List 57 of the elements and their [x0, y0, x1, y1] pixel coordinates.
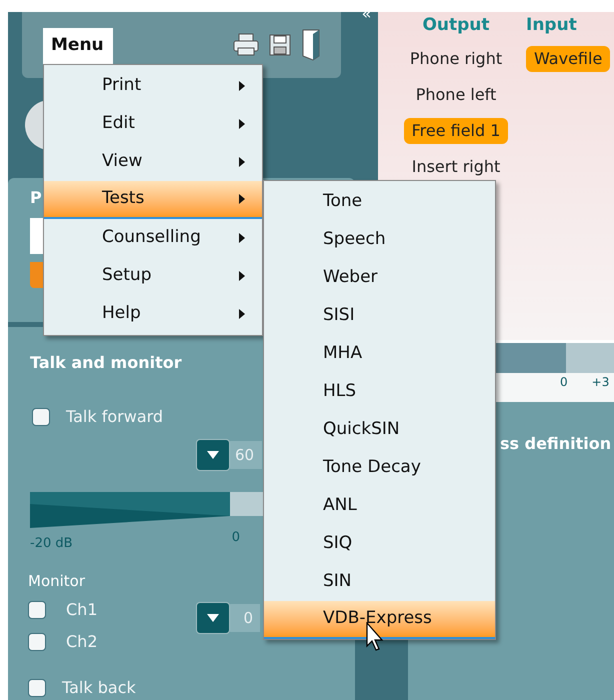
menu-item[interactable]: Weber — [264, 259, 495, 297]
menu-item[interactable]: Edit — [44, 105, 262, 143]
menu-item[interactable]: SIQ — [264, 525, 495, 563]
section-title: Talk and monitor — [30, 352, 182, 374]
dropdown-button[interactable] — [196, 439, 230, 471]
menu-item[interactable]: SIN — [264, 563, 495, 601]
caret-icon — [206, 613, 220, 623]
scale-label: 0 — [232, 529, 240, 547]
checkbox[interactable] — [32, 408, 50, 426]
menu-item[interactable]: Tests — [44, 181, 262, 219]
input-option[interactable]: Wavefile — [526, 46, 610, 72]
column-heading: Output — [422, 14, 490, 36]
submenu-arrow-icon — [238, 232, 246, 244]
menu-item[interactable]: SISI — [264, 297, 495, 335]
checkbox-label: Talk forward — [66, 406, 164, 428]
menu-item[interactable]: HLS — [264, 373, 495, 411]
menu-item[interactable]: Setup — [44, 257, 262, 295]
output-option[interactable]: Insert right — [404, 154, 508, 180]
submenu-arrow-icon — [238, 308, 246, 320]
scale-label: -20 dB — [30, 535, 73, 553]
menu-item[interactable]: ANL — [264, 487, 495, 525]
scale-label: +3 — [592, 374, 610, 391]
submenu-arrow-icon — [238, 80, 246, 92]
scale-label: 0 — [560, 374, 568, 391]
menu-item[interactable]: QuickSIN — [264, 411, 495, 449]
caret-icon — [206, 450, 220, 460]
panel-heading: P — [30, 187, 42, 210]
output-option[interactable]: Phone right — [402, 46, 510, 72]
submenu-arrow-icon — [238, 270, 246, 282]
output-option[interactable]: Phone left — [408, 82, 504, 108]
submenu-arrow-icon — [238, 193, 246, 205]
output-option[interactable]: Free field 1 — [404, 118, 508, 144]
menu-item[interactable]: MHA — [264, 335, 495, 373]
submenu-arrow-icon — [238, 156, 246, 168]
dropdown-button[interactable] — [196, 602, 230, 634]
menu-item[interactable]: Print — [44, 67, 262, 105]
menu-item[interactable]: Tone — [264, 183, 495, 221]
checkbox-label: Ch1 — [66, 599, 98, 621]
menu-item[interactable]: View — [44, 143, 262, 181]
submenu-arrow-icon — [238, 118, 246, 130]
menu-item[interactable]: Speech — [264, 221, 495, 259]
printer-icon[interactable] — [233, 33, 259, 57]
section-title: ss definition — [500, 434, 612, 453]
menu-item[interactable]: Tone Decay — [264, 449, 495, 487]
door-icon[interactable] — [301, 28, 321, 62]
checkbox[interactable] — [28, 633, 46, 651]
menu-item[interactable]: Counselling — [44, 219, 262, 257]
menu-item[interactable]: Help — [44, 295, 262, 333]
save-icon[interactable] — [269, 34, 291, 56]
menu-item[interactable]: VDB-Express — [264, 601, 495, 639]
checkbox[interactable] — [28, 601, 46, 619]
checkbox-label: Ch2 — [66, 631, 98, 653]
checkbox-label: Talk back — [62, 677, 136, 699]
menu-button[interactable]: Menu — [43, 28, 113, 64]
section-label: Monitor — [28, 570, 86, 592]
checkbox[interactable] — [28, 679, 46, 697]
column-heading: Input — [526, 14, 577, 36]
